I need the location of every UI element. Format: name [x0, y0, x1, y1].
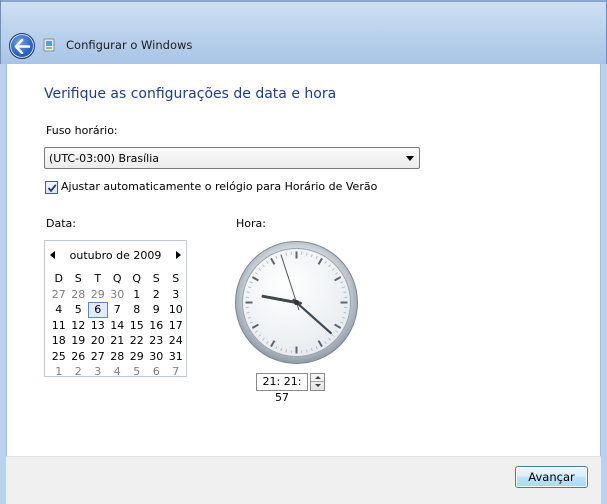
calendar-day[interactable]: 24	[166, 333, 186, 349]
weekday-header: D	[54, 272, 63, 285]
calendar-day[interactable]: 17	[166, 318, 186, 334]
calendar-day[interactable]: 12	[69, 318, 89, 334]
date-label: Data:	[46, 217, 76, 230]
weekday-header: T	[94, 272, 102, 285]
analog-clock	[235, 241, 358, 364]
dst-label[interactable]: Ajustar automaticamente o relógio para H…	[61, 180, 377, 193]
weekday-header: S	[152, 272, 160, 285]
wizard-footer	[6, 456, 601, 504]
calendar-day[interactable]: 7	[108, 302, 128, 318]
weekday-header: S	[74, 272, 82, 285]
calendar-day[interactable]: 1	[49, 364, 69, 380]
calendar-header: outubro de 2009	[45, 247, 186, 263]
calendar-day[interactable]: 27	[88, 349, 108, 365]
calendar-month-title[interactable]: outubro de 2009	[45, 249, 186, 262]
spinner-down-button[interactable]	[311, 382, 324, 390]
calendar-day[interactable]: 20	[88, 333, 108, 349]
calendar-day[interactable]: 26	[69, 349, 89, 365]
back-button[interactable]	[9, 33, 35, 59]
calendar-day[interactable]: 13	[88, 318, 108, 334]
calendar-day[interactable]: 11	[49, 318, 69, 334]
dst-checkbox[interactable]	[45, 181, 58, 194]
calendar-day[interactable]: 5	[69, 302, 89, 318]
time-input[interactable]: 21: 21: 57	[256, 373, 308, 404]
calendar-day[interactable]: 15	[127, 318, 147, 334]
weekday-header: Q	[112, 272, 122, 285]
calendar-day[interactable]: 3	[88, 364, 108, 380]
clock-center	[293, 299, 300, 306]
arrow-down-icon	[315, 384, 321, 387]
back-arrow-icon	[14, 39, 31, 54]
calendar-day[interactable]: 23	[147, 333, 167, 349]
calendar-day[interactable]: 6	[88, 302, 108, 318]
calendar-day[interactable]: 19	[69, 333, 89, 349]
calendar-day[interactable]: 27	[49, 287, 69, 303]
calendar-day[interactable]: 9	[147, 302, 167, 318]
calendar-day[interactable]: 4	[49, 302, 69, 318]
calendar-day[interactable]: 16	[147, 318, 167, 334]
calendar-day[interactable]: 14	[108, 318, 128, 334]
calendar-day[interactable]: 30	[108, 287, 128, 303]
calendar-day[interactable]: 6	[147, 364, 167, 380]
timezone-label: Fuso horário:	[46, 124, 118, 137]
calendar-day[interactable]: 3	[166, 287, 186, 303]
calendar-day[interactable]: 31	[166, 349, 186, 365]
calendar-day[interactable]: 5	[127, 364, 147, 380]
date-calendar: outubro de 2009 D S T Q Q S S 27 28 29 30 1 2 3 4 5 6 7 8 9…	[44, 240, 187, 380]
spinner-up-button[interactable]	[311, 374, 324, 382]
window-frame-right	[601, 64, 607, 504]
time-label: Hora:	[236, 217, 266, 230]
calendar-day[interactable]: 4	[108, 364, 128, 380]
setup-wizard-icon	[43, 38, 55, 52]
calendar-day[interactable]: 18	[49, 333, 69, 349]
weekday-header: Q	[132, 272, 142, 285]
calendar-day[interactable]: 7	[166, 364, 186, 380]
calendar-day[interactable]: 30	[147, 349, 167, 365]
weekday-header: S	[172, 272, 180, 285]
calendar-day[interactable]: 22	[127, 333, 147, 349]
calendar-day[interactable]: 10	[166, 302, 186, 318]
chevron-down-icon	[406, 156, 414, 161]
calendar-day[interactable]: 25	[49, 349, 69, 365]
title-bar	[0, 0, 607, 64]
next-button[interactable]: Avançar	[515, 466, 588, 488]
arrow-up-icon	[315, 376, 321, 379]
calendar-day[interactable]: 2	[69, 364, 89, 380]
calendar-day[interactable]: 28	[108, 349, 128, 365]
calendar-day[interactable]: 8	[127, 302, 147, 318]
calendar-day[interactable]: 29	[127, 349, 147, 365]
timezone-selected-value: (UTC-03:00) Brasília	[49, 152, 160, 165]
calendar-day[interactable]: 1	[127, 287, 147, 303]
time-spinner[interactable]	[310, 373, 325, 391]
checkmark-icon	[47, 184, 57, 193]
calendar-day[interactable]: 29	[88, 287, 108, 303]
calendar-day[interactable]: 21	[108, 333, 128, 349]
calendar-grid: D S T Q Q S S 27 28 29 30 1 2 3 4 5 6 7 8 9 10 11 12 13 14 15 16 17…	[49, 271, 185, 380]
window-title: Configurar o Windows	[66, 38, 193, 52]
page-title: Verifique as configurações de data e hor…	[44, 86, 337, 102]
timezone-select[interactable]: (UTC-03:00) Brasília	[44, 147, 420, 169]
calendar-day[interactable]: 2	[147, 287, 167, 303]
calendar-day[interactable]: 28	[69, 287, 89, 303]
next-month-icon[interactable]	[176, 251, 181, 259]
